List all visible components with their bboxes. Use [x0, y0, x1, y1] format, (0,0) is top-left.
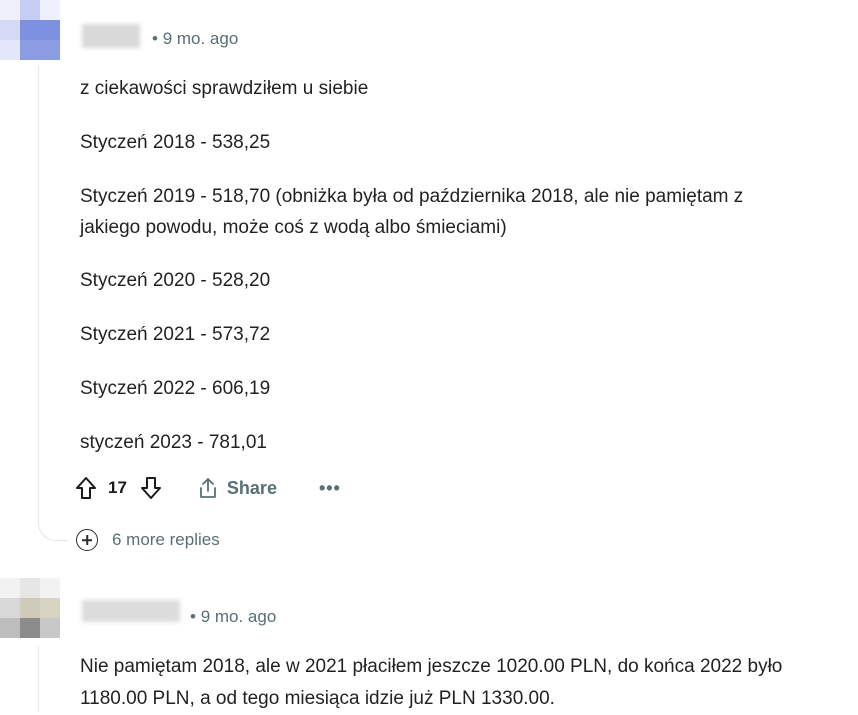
thread-line-curve — [38, 505, 68, 541]
comment-timestamp: • 9 mo. ago — [152, 29, 239, 48]
comment-text: Styczeń 2019 - 518,70 (obniżka była od p… — [80, 186, 744, 207]
comment-text: Styczeń 2018 - 538,25 — [80, 132, 271, 153]
username-redacted[interactable] — [82, 24, 140, 48]
share-icon — [200, 478, 216, 498]
comment-text: jakiego powodu, może coś z wodą albo śmi… — [80, 217, 507, 238]
thread-line[interactable] — [38, 646, 39, 712]
thread-line[interactable] — [38, 66, 39, 521]
vote-count: 17 — [108, 478, 127, 497]
comment-text: styczeń 2023 - 781,01 — [80, 432, 267, 453]
comment-text: Styczeń 2021 - 573,72 — [80, 324, 271, 345]
comment-text: Styczeń 2020 - 528,20 — [80, 270, 271, 291]
avatar[interactable] — [0, 578, 60, 638]
more-replies-label: 6 more replies — [112, 530, 220, 549]
username-redacted[interactable] — [82, 600, 180, 622]
share-button[interactable]: Share — [197, 477, 277, 499]
upvote-arrow-icon[interactable] — [72, 474, 100, 502]
plus-circle-icon — [76, 529, 98, 551]
comment-text: z ciekawości sprawdziłem u siebie — [80, 78, 369, 99]
share-label: Share — [226, 477, 277, 498]
comment-text: Nie pamiętam 2018, ale w 2021 płaciłem j… — [80, 656, 783, 709]
downvote-arrow-icon[interactable] — [137, 474, 165, 502]
more-replies-button[interactable]: 6 more replies — [76, 529, 220, 551]
avatar[interactable] — [0, 0, 60, 60]
comment-timestamp: • 9 mo. ago — [190, 607, 277, 626]
comment-text: Styczeń 2022 - 606,19 — [80, 378, 271, 399]
more-options-button[interactable]: ••• — [319, 478, 341, 499]
comment-action-bar: 17 Share ••• — [72, 470, 341, 506]
